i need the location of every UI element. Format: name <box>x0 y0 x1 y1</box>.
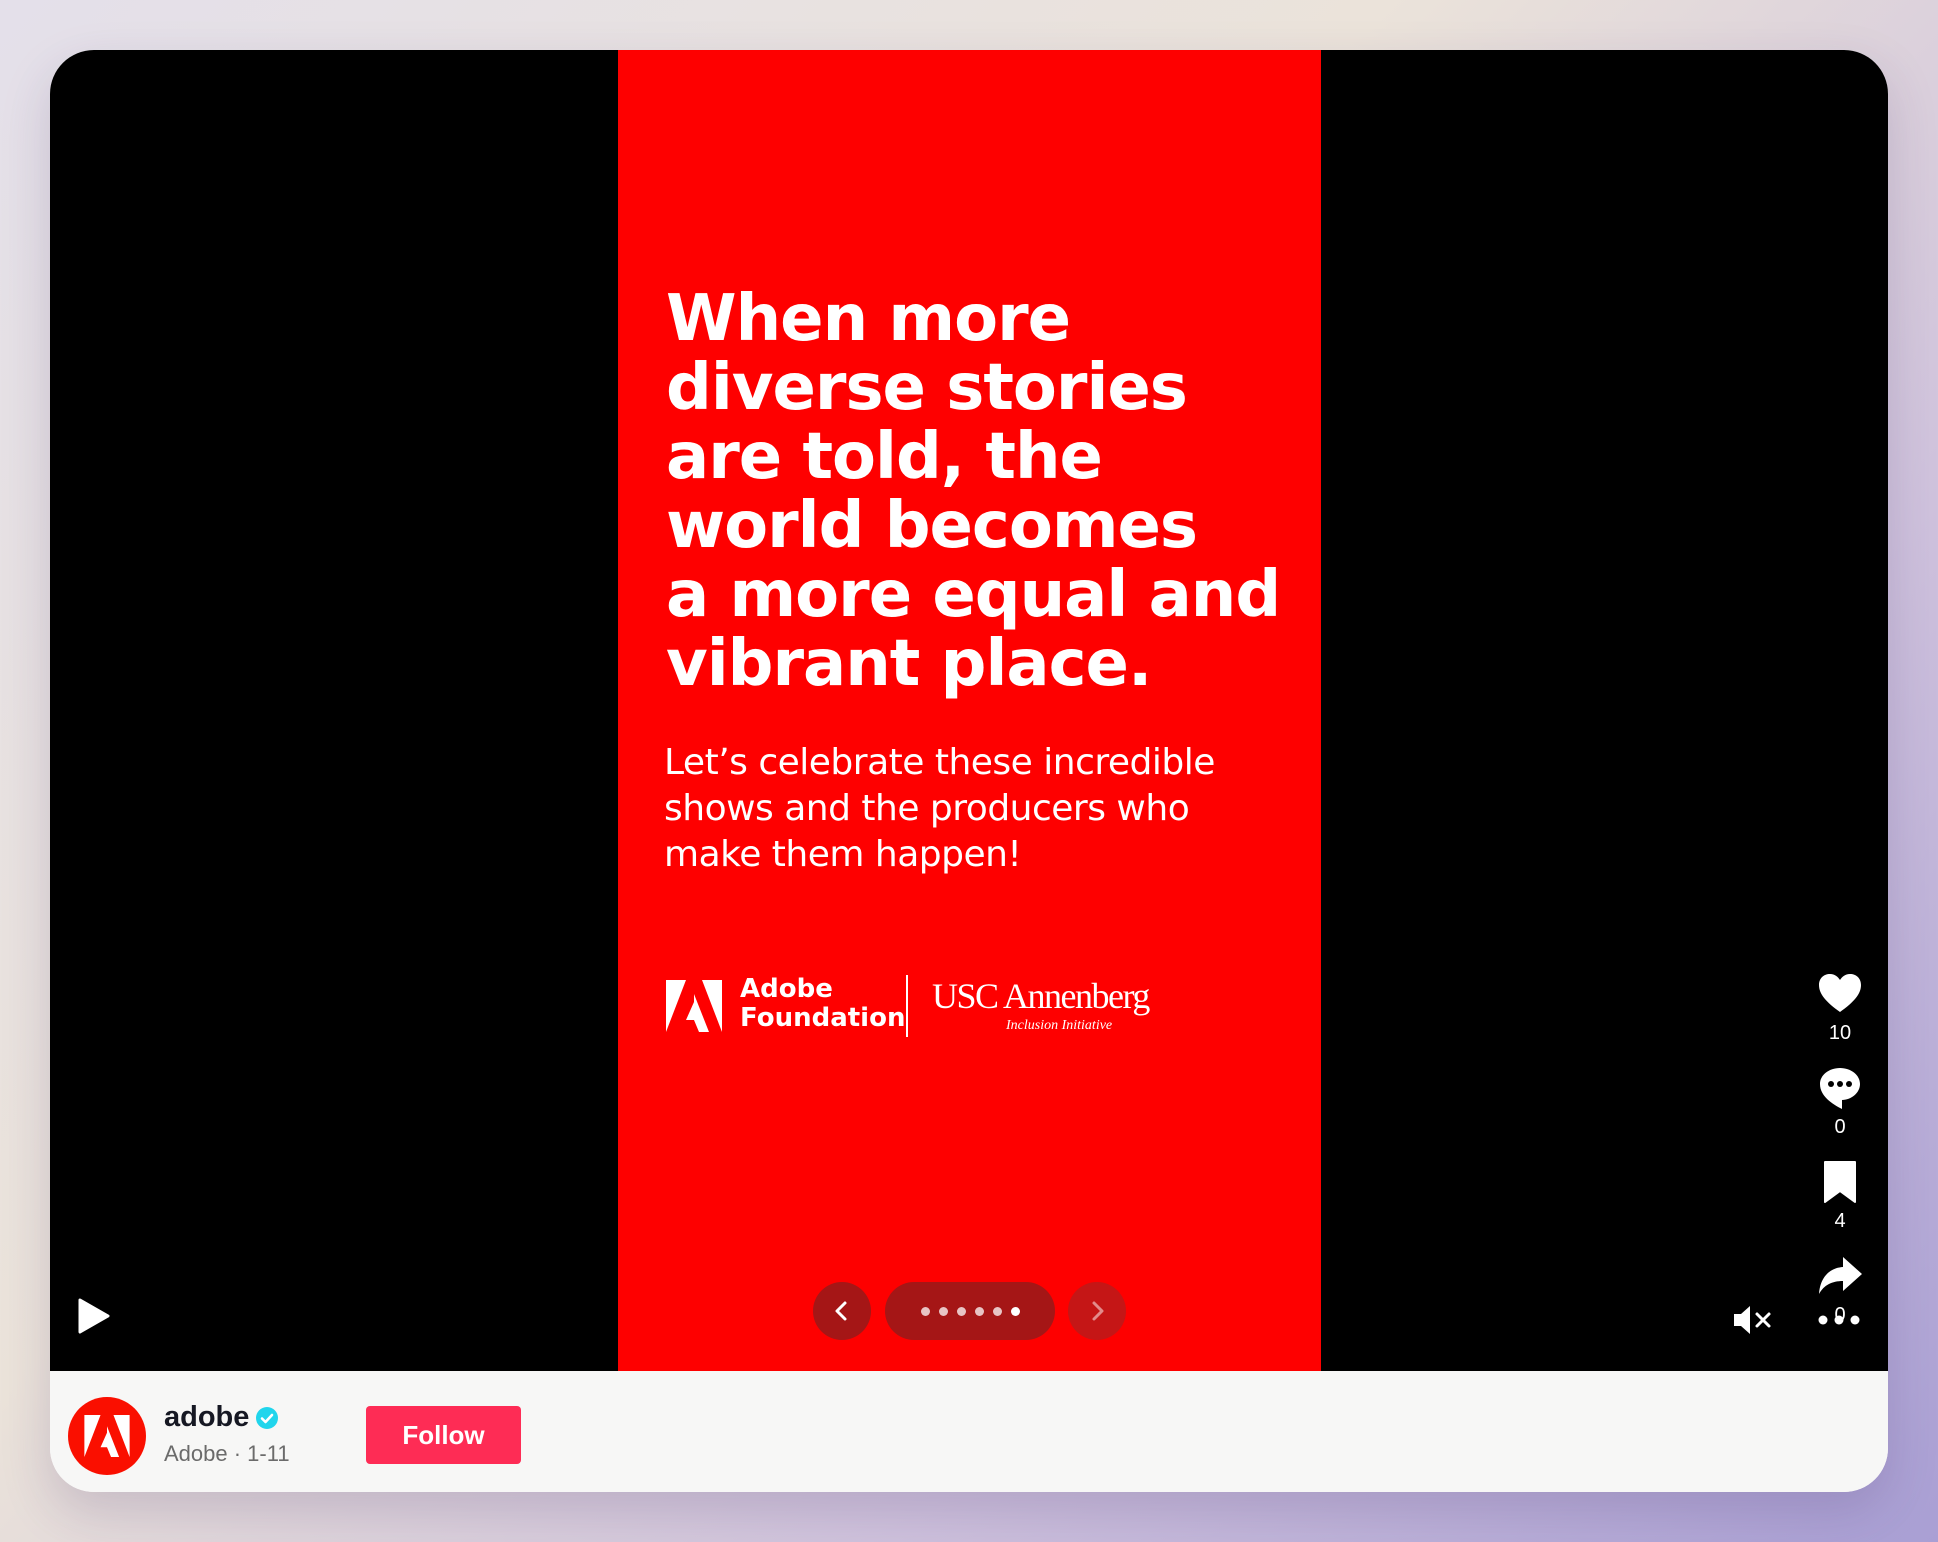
partner-logos: Adobe Foundation USC Annenberg Inclusion… <box>666 975 1286 1045</box>
mute-icon[interactable] <box>1730 1300 1776 1340</box>
author-username[interactable]: adobe <box>164 1401 249 1434</box>
comment-button[interactable]: 0 <box>1816 1064 1864 1140</box>
more-icon[interactable] <box>1814 1300 1864 1340</box>
heart-icon <box>1819 974 1861 1012</box>
prev-slide-button[interactable] <box>813 1282 871 1340</box>
slide-indicator <box>885 1282 1055 1340</box>
slide-dot[interactable] <box>956 1306 966 1316</box>
like-count: 10 <box>1828 1022 1852 1044</box>
avatar[interactable] <box>68 1397 146 1475</box>
bookmark-icon <box>1824 1161 1856 1203</box>
adobe-logo-icon <box>84 1415 130 1457</box>
slide-headline: When more diverse stories are told, the … <box>666 282 1281 701</box>
author-meta: Adobe · 1-11 <box>164 1441 290 1466</box>
save-button[interactable]: 4 <box>1816 1158 1864 1234</box>
slide-dot[interactable] <box>992 1306 1002 1316</box>
slide-dot[interactable] <box>1010 1306 1020 1316</box>
slide-subtext: Let’s celebrate these incredible shows a… <box>664 742 1215 875</box>
author-username-row[interactable]: adobe <box>164 1401 279 1434</box>
like-button[interactable]: 10 <box>1816 970 1864 1046</box>
chevron-left-icon <box>835 1301 847 1321</box>
chevron-right-icon <box>1092 1301 1104 1321</box>
photo-slide: When more diverse stories are told, the … <box>618 50 1321 1371</box>
comment-icon <box>1820 1068 1860 1109</box>
slide-dot[interactable] <box>938 1306 948 1316</box>
save-count: 4 <box>1834 1210 1846 1232</box>
slide-dot[interactable] <box>920 1306 930 1316</box>
video-player[interactable]: When more diverse stories are told, the … <box>50 50 1888 1371</box>
logo-divider <box>906 975 908 1037</box>
video-card: When more diverse stories are told, the … <box>50 50 1888 1492</box>
play-icon[interactable] <box>72 1295 114 1337</box>
verified-icon <box>256 1406 279 1429</box>
usc-annenberg-logo-text: USC Annenberg <box>932 976 1150 1016</box>
action-bar: 10 0 4 0 <box>1812 970 1868 1346</box>
comment-count: 0 <box>1834 1116 1846 1138</box>
follow-button[interactable]: Follow <box>366 1406 521 1464</box>
adobe-logo-icon <box>666 980 722 1032</box>
usc-inclusion-initiative-text: Inclusion Initiative <box>1006 1018 1113 1033</box>
slide-dot[interactable] <box>974 1306 984 1316</box>
next-slide-button[interactable] <box>1068 1282 1126 1340</box>
share-icon <box>1819 1257 1862 1294</box>
adobe-foundation-logo-text: Adobe Foundation <box>740 974 906 1033</box>
author-bar: adobe Adobe · 1-11 Follow <box>50 1371 1888 1492</box>
